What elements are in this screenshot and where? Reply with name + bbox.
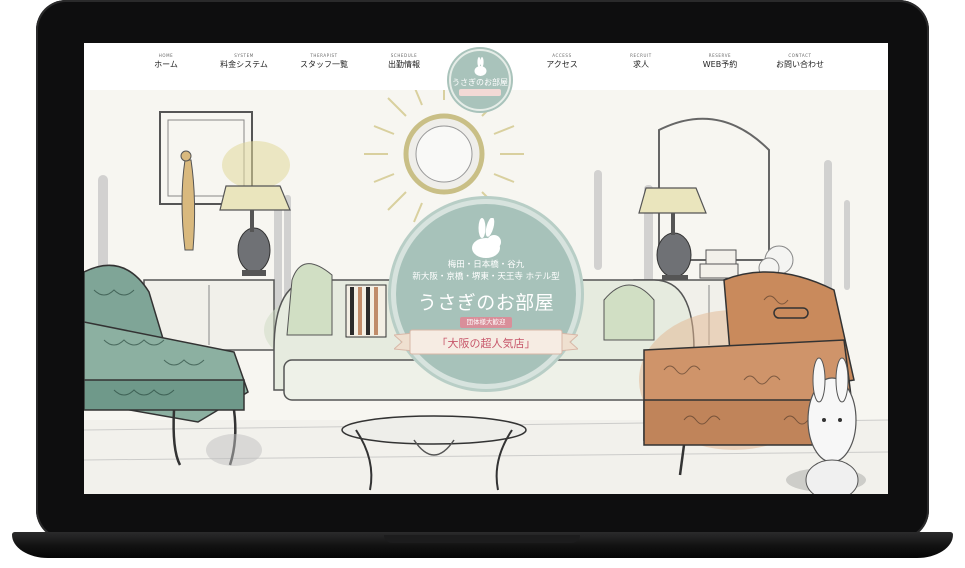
nav-access-label: アクセス <box>546 60 578 69</box>
laptop-notch <box>384 535 580 543</box>
service-areas: 梅田・日本橋・谷九 新大阪・京橋・堺東・天王寺 ホテル型 <box>388 259 584 283</box>
nav-therapist[interactable]: THERAPIST スタッフ一覧 <box>300 53 348 71</box>
logo-text: うさぎのお部屋 <box>452 78 508 87</box>
areas-line-2: 新大阪・京橋・堺東・天王寺 ホテル型 <box>412 272 560 282</box>
nav-reserve[interactable]: RESERVE WEB予約 <box>703 53 737 71</box>
nav-therapist-label: スタッフ一覧 <box>300 60 348 69</box>
tagline-text: 「大阪の超人気店」 <box>436 337 536 350</box>
hero-section: 梅田・日本橋・谷九 新大阪・京橋・堺東・天王寺 ホテル型 うさぎのお部屋 団体様… <box>84 90 888 494</box>
logo-rabbit-icon <box>474 57 487 76</box>
site-logo[interactable]: うさぎのお部屋 <box>449 49 511 111</box>
top-navigation: HOME ホーム SYSTEM 料金システム THERAPIST スタッフ一覧 … <box>84 43 888 111</box>
nav-recruit-label: 求人 <box>632 60 649 69</box>
group-welcome-badge: 団体様大歓迎 <box>460 317 512 328</box>
nav-access[interactable]: ACCESS アクセス <box>546 53 578 71</box>
nav-schedule[interactable]: SCHEDULE 出勤情報 <box>388 53 420 71</box>
nav-system[interactable]: SYSTEM 料金システム <box>220 53 268 71</box>
nav-schedule-label: 出勤情報 <box>388 60 420 69</box>
logo-ribbon <box>459 89 501 96</box>
nav-home[interactable]: HOME ホーム <box>154 53 178 71</box>
rabbit-icon <box>472 218 501 258</box>
website-screen: HOME ホーム SYSTEM 料金システム THERAPIST スタッフ一覧 … <box>84 43 888 494</box>
nav-reserve-label: WEB予約 <box>702 60 738 69</box>
areas-line-1: 梅田・日本橋・谷九 <box>447 260 525 270</box>
nav-contact[interactable]: CONTACT お問い合わせ <box>776 53 824 71</box>
nav-recruit[interactable]: RECRUIT 求人 <box>630 53 652 71</box>
nav-home-label: ホーム <box>154 60 178 69</box>
hero-emblem: 梅田・日本橋・谷九 新大阪・京橋・堺東・天王寺 ホテル型 うさぎのお部屋 団体様… <box>388 196 584 392</box>
nav-system-label: 料金システム <box>220 60 268 69</box>
nav-contact-label: お問い合わせ <box>776 60 824 69</box>
brand-name: うさぎのお部屋 <box>417 292 555 314</box>
tagline-ribbon: 「大阪の超人気店」 <box>394 329 578 355</box>
